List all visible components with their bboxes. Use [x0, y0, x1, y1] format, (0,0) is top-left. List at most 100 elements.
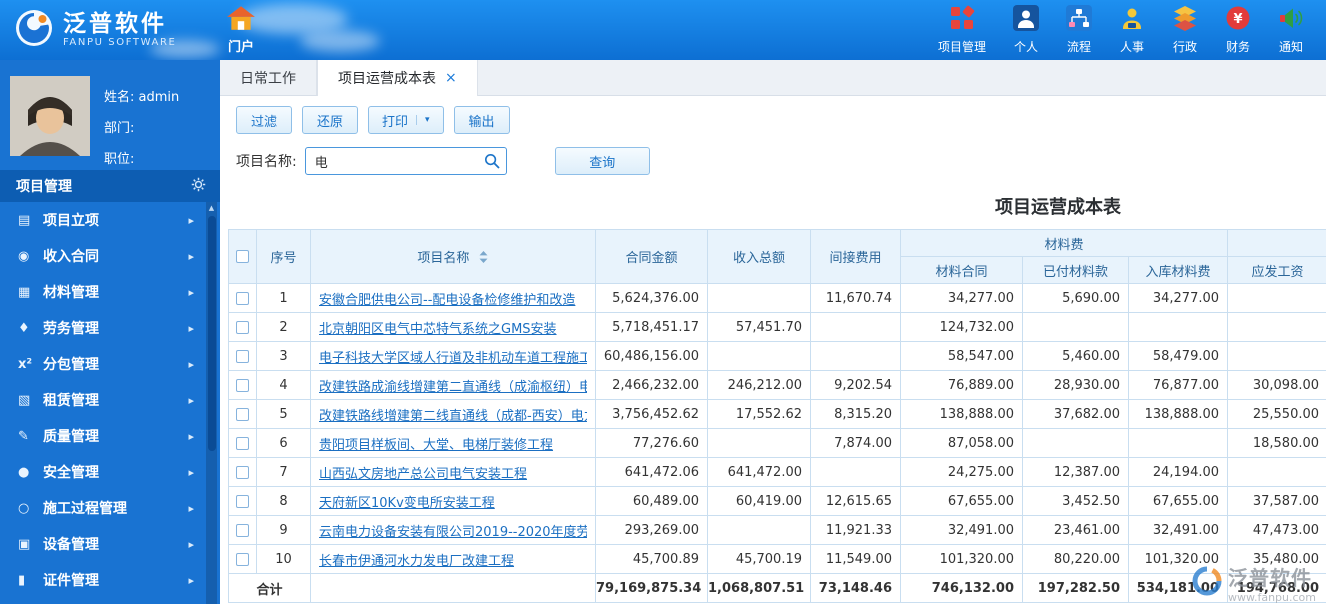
scrollbar-up-arrow[interactable]: ▲: [206, 202, 217, 214]
chevron-down-icon[interactable]: ▾: [416, 115, 430, 125]
row-checkbox[interactable]: [236, 291, 249, 305]
menu-item-label: 收入合同: [43, 249, 99, 265]
row-checkbox[interactable]: [236, 436, 249, 450]
header-indirect-cost: 间接费用: [810, 229, 901, 284]
gear-icon[interactable]: [191, 177, 206, 196]
modules-grid-icon: [949, 5, 975, 35]
row-checkbox[interactable]: [236, 320, 249, 334]
row-checkbox[interactable]: [236, 552, 249, 566]
notification-icon: [1278, 5, 1304, 35]
income-cell: 17,552.62: [707, 399, 811, 429]
nav-item-personal[interactable]: 个人: [1013, 5, 1039, 55]
table-row: 5 改建铁路线增建第二线直通线（成都-西安）电力 3,756,452.62 17…: [228, 399, 1326, 429]
wages-cell: [1227, 457, 1326, 487]
print-button[interactable]: 打印 ▾: [368, 106, 444, 134]
menu-item-icon: ●: [18, 464, 30, 480]
total-wages: 194,768.00: [1227, 573, 1326, 603]
project-link[interactable]: 改建铁路线增建第二线直通线（成都-西安）电力: [319, 405, 587, 424]
wages-cell: [1227, 283, 1326, 313]
sidebar-menu-item[interactable]: ○ 施工过程管理 ▸: [0, 490, 220, 526]
menu-item-icon: ◉: [18, 248, 30, 264]
income-cell: [707, 341, 811, 371]
project-link[interactable]: 北京朝阳区电气中芯特气系统之GMS安装: [319, 318, 587, 337]
material-paid-cell: 37,682.00: [1022, 399, 1129, 429]
row-checkbox[interactable]: [236, 378, 249, 392]
menu-item-label: 分包管理: [43, 357, 99, 373]
material-stock-cell: 67,655.00: [1127, 486, 1229, 516]
logo-subtitle: FANPU SOFTWARE: [63, 37, 177, 49]
sidebar-menu-item[interactable]: ▧ 租赁管理 ▸: [0, 382, 220, 418]
table-row: 8 天府新区10Kv变电所安装工程 60,489.00 60,419.00 12…: [228, 486, 1326, 516]
tab-daily-work[interactable]: 日常工作: [220, 60, 317, 95]
sidebar-menu-item[interactable]: ♦ 劳务管理 ▸: [0, 310, 220, 346]
project-link[interactable]: 贵阳项目样板间、大堂、电梯厅装修工程: [319, 434, 587, 453]
project-link[interactable]: 改建铁路成渝线增建第二直通线（成渝枢纽）电力: [319, 376, 587, 395]
sidebar-menu-item[interactable]: ● 安全管理 ▸: [0, 454, 220, 490]
output-button[interactable]: 输出: [453, 106, 510, 134]
sidebar-menu-item[interactable]: ▦ 材料管理 ▸: [0, 274, 220, 310]
search-icon[interactable]: [484, 153, 500, 173]
indirect-cost-cell: [810, 312, 901, 342]
query-button[interactable]: 查询: [554, 147, 650, 175]
profile-position: 职位:: [104, 152, 135, 167]
restore-button[interactable]: 还原: [302, 106, 358, 134]
chevron-right-icon: ▸: [188, 249, 194, 263]
row-number: 6: [256, 428, 311, 458]
select-all-checkbox[interactable]: [236, 250, 249, 263]
nav-item-hr[interactable]: 人事: [1119, 5, 1145, 55]
search-bar: 项目名称: 查询: [220, 142, 1326, 184]
chevron-right-icon: ▸: [188, 465, 194, 479]
tab-project-operating-cost[interactable]: 项目运营成本表 ×: [317, 60, 478, 96]
sidebar-menu-item[interactable]: ◉ 收入合同 ▸: [0, 238, 220, 274]
header-material-stock: 入库材料费: [1127, 256, 1229, 284]
project-name-input[interactable]: [304, 147, 507, 175]
row-checkbox[interactable]: [236, 465, 249, 479]
portal-nav-item[interactable]: 门户: [226, 5, 256, 55]
sidebar-menu-item[interactable]: ▣ 设备管理 ▸: [0, 526, 220, 562]
contract-amount-cell: 293,269.00: [595, 515, 708, 545]
nav-item-finance[interactable]: ¥ 财务: [1225, 5, 1251, 55]
project-link[interactable]: 山西弘文房地产总公司电气安装工程: [319, 463, 587, 482]
sidebar-menu-item[interactable]: ▮ 证件管理 ▸: [0, 562, 220, 598]
wages-cell: 35,480.00: [1227, 544, 1326, 574]
wages-cell: [1227, 341, 1326, 371]
row-checkbox[interactable]: [236, 349, 249, 363]
nav-item-notification[interactable]: 通知: [1278, 5, 1304, 55]
contract-amount-cell: 77,276.60: [595, 428, 708, 458]
income-cell: [707, 428, 811, 458]
contract-amount-cell: 60,486,156.00: [595, 341, 708, 371]
nav-item-project-management[interactable]: 项目管理: [938, 5, 986, 55]
row-checkbox[interactable]: [236, 494, 249, 508]
sidebar: 姓名: admin 部门: 职位: 项目管理 ▤ 项目立项 ▸ ◉ 收入合同 ▸…: [0, 60, 220, 604]
row-checkbox[interactable]: [236, 407, 249, 421]
project-link[interactable]: 安徽合肥供电公司--配电设备检修维护和改造: [319, 289, 587, 308]
material-stock-cell: 24,194.00: [1127, 457, 1229, 487]
project-link[interactable]: 天府新区10Kv变电所安装工程: [319, 492, 587, 511]
menu-item-icon: ✎: [18, 428, 29, 444]
material-paid-cell: 12,387.00: [1022, 457, 1129, 487]
material-contract-cell: 24,275.00: [900, 457, 1023, 487]
chevron-right-icon: ▸: [188, 501, 194, 515]
filter-button[interactable]: 过滤: [236, 106, 292, 134]
project-link[interactable]: 长春市伊通河水力发电厂改建工程: [319, 550, 587, 569]
close-icon[interactable]: ×: [445, 70, 457, 86]
row-number: 10: [256, 544, 311, 574]
sidebar-section-project-management[interactable]: 项目管理: [0, 170, 220, 202]
nav-item-administration[interactable]: 行政: [1172, 5, 1198, 55]
wages-cell: 30,098.00: [1227, 370, 1326, 400]
nav-item-workflow[interactable]: 流程: [1066, 5, 1092, 55]
material-contract-cell: 58,547.00: [900, 341, 1023, 371]
sort-icon[interactable]: [478, 250, 489, 267]
project-link[interactable]: 电子科技大学区域人行道及非机动车道工程施工: [319, 347, 587, 366]
indirect-cost-cell: 11,921.33: [810, 515, 901, 545]
chevron-right-icon: ▸: [188, 321, 194, 335]
header-project-name[interactable]: 项目名称: [310, 229, 596, 284]
logo-title: 泛普软件: [63, 10, 167, 37]
sidebar-menu-item[interactable]: ▤ 项目立项 ▸: [0, 202, 220, 238]
project-link[interactable]: 云南电力设备安装有限公司2019--2020年度劳务分: [319, 521, 587, 540]
sidebar-menu-item[interactable]: ✎ 质量管理 ▸: [0, 418, 220, 454]
sidebar-menu-item[interactable]: x² 分包管理 ▸: [0, 346, 220, 382]
tab-bar: 日常工作 项目运营成本表 ×: [220, 60, 1326, 96]
scrollbar-thumb[interactable]: [207, 216, 216, 451]
row-checkbox[interactable]: [236, 523, 249, 537]
